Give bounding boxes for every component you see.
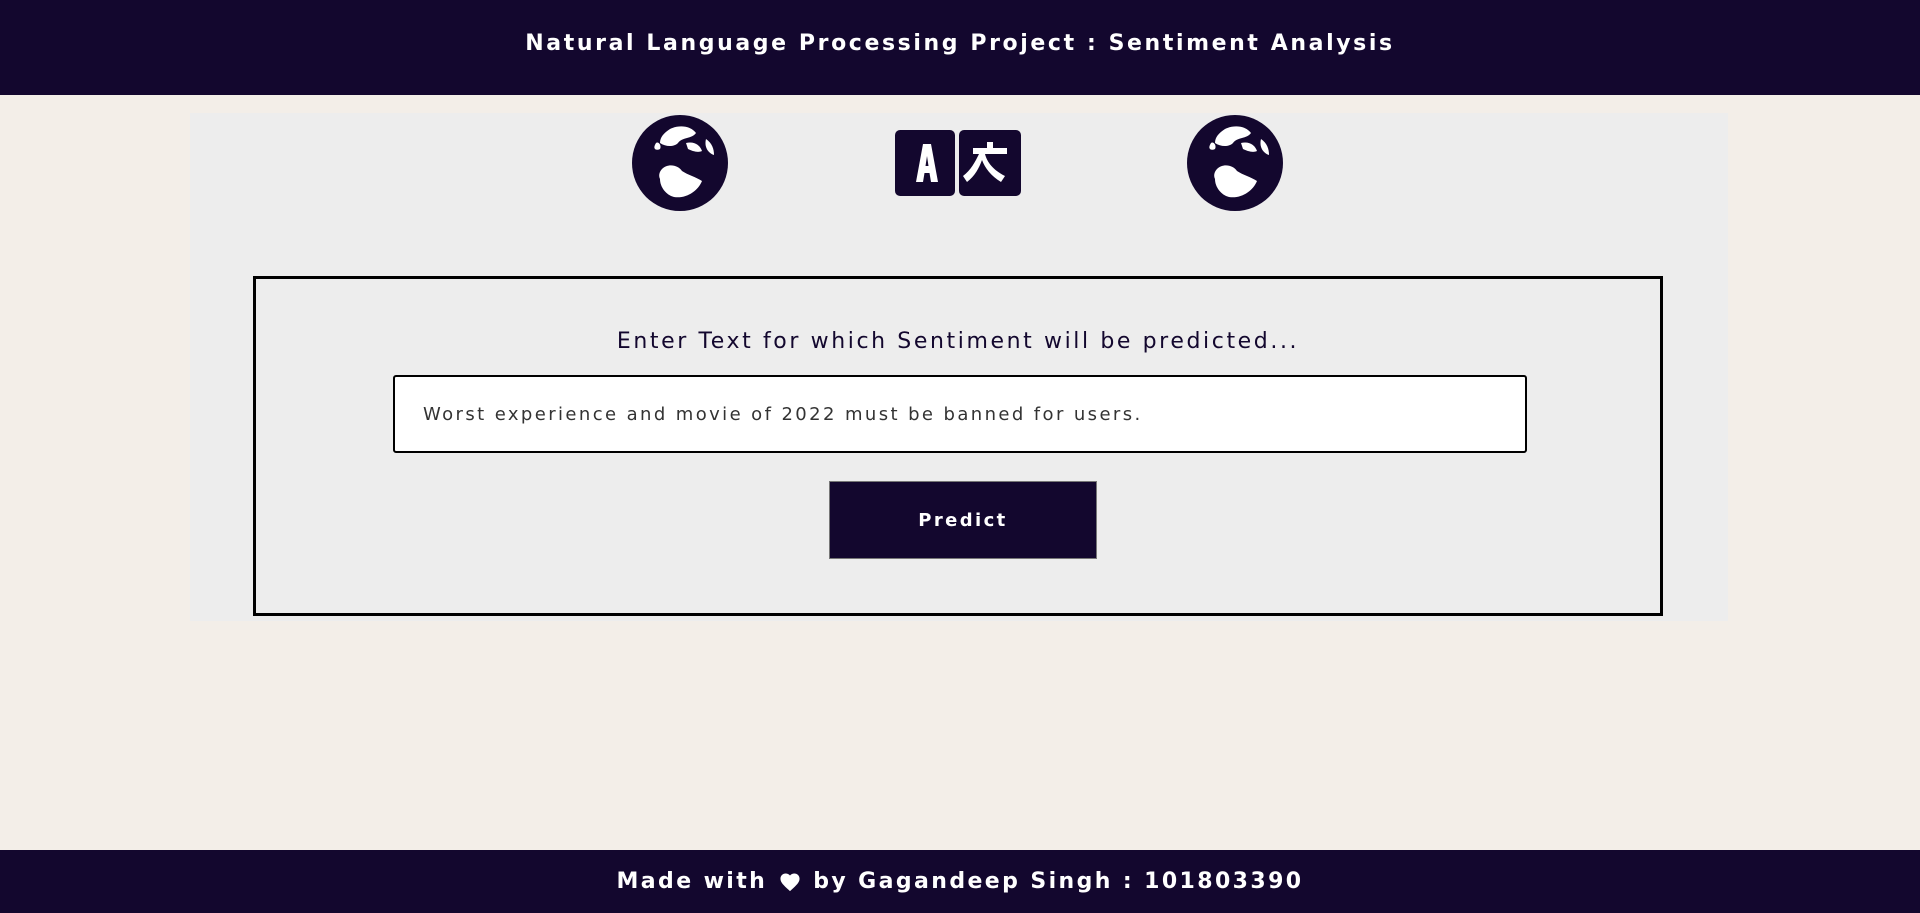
site-header: Natural Language Processing Project : Se… <box>0 0 1920 95</box>
globe-europe-icon <box>630 113 730 213</box>
page-title: Natural Language Processing Project : Se… <box>525 31 1395 56</box>
sentiment-text-input[interactable] <box>393 375 1527 453</box>
globe-europe-icon <box>1185 113 1285 213</box>
heart-icon <box>779 872 801 892</box>
input-prompt-label: Enter Text for which Sentiment will be p… <box>616 329 1300 354</box>
footer-author: by Gagandeep Singh : 101803390 <box>813 869 1304 894</box>
predict-button[interactable]: Predict <box>829 481 1097 559</box>
sentiment-form: Enter Text for which Sentiment will be p… <box>253 276 1663 616</box>
translate-icon <box>895 130 1021 196</box>
site-footer: Made with by Gagandeep Singh : 101803390 <box>0 850 1920 913</box>
footer-made-with: Made with <box>616 869 768 894</box>
